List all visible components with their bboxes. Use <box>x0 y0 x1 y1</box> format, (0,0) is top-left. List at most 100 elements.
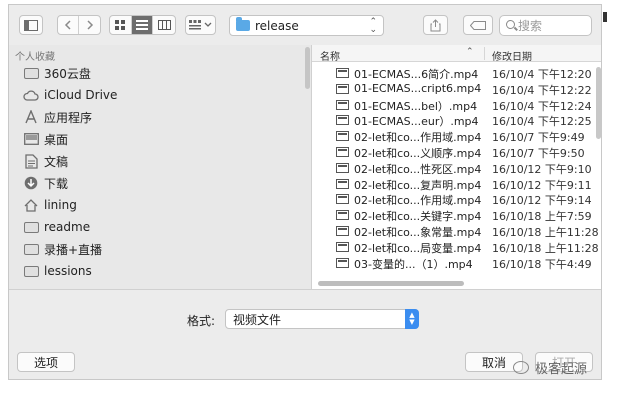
file-name: 02-let和co...复声明.mp4 <box>354 178 482 192</box>
file-date: 16/10/4 下午12:20 <box>492 68 592 81</box>
sidebar-item-360yunpan[interactable]: 360云盘 <box>23 63 91 83</box>
file-name: 02-let和co...作用域.mp4 <box>354 131 482 145</box>
search-placeholder: 搜索 <box>518 19 543 33</box>
nav-buttons <box>57 15 101 35</box>
forward-button[interactable] <box>79 16 100 34</box>
folder-icon <box>23 220 39 234</box>
format-select[interactable]: 视频文件 ▲ ▼ <box>225 309 419 329</box>
icon-view-button[interactable] <box>110 16 132 34</box>
file-name: 02-let和co...局变量.mp4 <box>354 241 482 255</box>
list-vertical-scrollbar[interactable] <box>596 67 601 139</box>
column-view-button[interactable] <box>153 16 175 34</box>
video-file-icon <box>336 162 349 173</box>
video-file-icon <box>336 210 349 221</box>
file-row[interactable]: 02-let和co...性死区.mp4 16/10/12 下午9:10 <box>312 160 596 176</box>
folder-icon <box>23 242 39 256</box>
watermark-text: 极客起源 <box>535 362 588 377</box>
video-file-icon <box>336 131 349 142</box>
document-icon <box>23 153 39 169</box>
file-date: 16/10/12 下午9:10 <box>492 162 592 176</box>
file-row[interactable]: 01-ECMAS...6简介.mp4 16/10/4 下午12:20 <box>312 65 596 81</box>
file-date: 16/10/4 下午12:24 <box>492 99 592 113</box>
file-name: 01-ECMAS...cript6.mp4 <box>354 81 482 95</box>
file-date: 16/10/4 下午12:25 <box>492 115 592 129</box>
file-row[interactable]: 03-变量的...（1）.mp4 16/10/18 下午4:49 <box>312 255 596 271</box>
arrange-button[interactable] <box>185 15 216 35</box>
cloud-icon <box>23 88 39 102</box>
video-file-icon <box>336 226 349 236</box>
file-date: 16/10/18 下午4:49 <box>492 257 592 271</box>
desktop-icon <box>23 132 39 146</box>
chevron-right-icon <box>86 20 93 30</box>
sidebar-item-downloads[interactable]: 下载 <box>23 173 68 193</box>
toolbar: release ⌃ ⌄ 搜索 <box>9 5 601 45</box>
options-button[interactable]: 选项 <box>17 352 75 372</box>
download-icon <box>23 176 39 190</box>
search-field[interactable]: 搜索 <box>499 15 592 36</box>
list-icon <box>136 20 148 30</box>
video-file-icon <box>336 99 349 110</box>
tag-button[interactable] <box>463 15 493 35</box>
sidebar-item-recording-live[interactable]: 录播+直播 <box>23 239 102 259</box>
arrange-icon <box>189 20 201 30</box>
folder-icon <box>236 17 250 31</box>
sidebar-item-documents[interactable]: 文稿 <box>23 151 68 171</box>
column-header-date[interactable]: 修改日期 <box>492 48 532 63</box>
sidebar-item-label: 文稿 <box>44 154 69 169</box>
file-row[interactable]: 01-ECMAS...bel）.mp4 16/10/4 下午12:24 <box>312 97 596 113</box>
sidebar-item-desktop[interactable]: 桌面 <box>23 129 68 149</box>
folder-icon <box>23 264 39 278</box>
sidebar-item-label: lessions <box>44 264 92 278</box>
folder-icon <box>23 66 39 80</box>
sidebar-item-label: 桌面 <box>44 132 69 147</box>
video-file-icon <box>336 178 349 189</box>
list-view-button[interactable] <box>131 16 154 34</box>
file-date: 16/10/18 上午11:28 <box>492 241 599 255</box>
sidebar-item-label: iCloud Drive <box>44 88 118 102</box>
file-date: 16/10/4 下午12:22 <box>492 83 592 97</box>
share-button[interactable] <box>423 15 448 35</box>
file-date: 16/10/18 上午11:28 <box>492 226 599 239</box>
sidebar-section-title: 个人收藏 <box>15 52 55 63</box>
sidebar-item-lining[interactable]: lining <box>23 195 77 215</box>
sidebar-scrollbar[interactable] <box>305 47 310 89</box>
divider <box>9 289 601 290</box>
file-name: 02-let和co...作用域.mp4 <box>354 194 482 208</box>
updown-chevron-icon: ⌃ ⌄ <box>369 17 377 35</box>
sidebar-item-icloud-drive[interactable]: iCloud Drive <box>23 85 117 105</box>
file-row[interactable]: 02-let和co...关键字.mp4 16/10/18 上午7:59 <box>312 207 596 223</box>
file-row[interactable]: 02-let和co...复声明.mp4 16/10/12 下午9:11 <box>312 176 596 192</box>
window-edge-mark <box>603 12 607 22</box>
sidebar-item-readme[interactable]: readme <box>23 217 90 237</box>
file-name: 01-ECMAS...6简介.mp4 <box>354 68 479 81</box>
file-list: 名称 ⌃ 修改日期 01-ECMAS...6简介.mp4 16/10/4 下午12… <box>311 45 601 289</box>
sidebar-toggle-button[interactable] <box>19 15 43 35</box>
file-name: 02-let和co...性死区.mp4 <box>354 162 482 176</box>
file-date: 16/10/7 下午9:50 <box>492 147 585 160</box>
file-row[interactable]: 02-let和co...局变量.mp4 16/10/18 上午11:28 <box>312 239 599 255</box>
sidebar-item-label: 录播+直播 <box>44 242 103 257</box>
path-popup[interactable]: release ⌃ ⌄ <box>229 15 384 36</box>
format-label: 格式: <box>187 314 216 328</box>
sidebar-item-label: lining <box>44 198 77 212</box>
view-mode-control <box>109 15 176 35</box>
list-horizontal-scrollbar[interactable] <box>318 281 464 286</box>
back-button[interactable] <box>58 16 80 34</box>
columns-icon <box>157 20 171 30</box>
share-icon <box>430 18 441 31</box>
file-row[interactable]: 02-let和co...象常量.mp4 16/10/18 上午11:28 <box>312 223 599 239</box>
file-row[interactable]: 02-let和co...义顺序.mp4 16/10/7 下午9:50 <box>312 144 596 160</box>
video-file-icon <box>336 147 349 157</box>
file-row[interactable]: 01-ECMAS...eur）.mp4 16/10/4 下午12:25 <box>312 112 596 128</box>
column-divider[interactable] <box>484 47 485 60</box>
file-row[interactable]: 02-let和co...作用域.mp4 16/10/7 下午9:49 <box>312 128 596 144</box>
chevron-left-icon <box>64 20 71 30</box>
watermark: 极客起源 <box>513 358 587 377</box>
column-header-name[interactable]: 名称 <box>320 48 340 63</box>
file-row[interactable]: 01-ECMAS...cript6.mp4 16/10/4 下午12:22 <box>312 81 596 97</box>
sidebar-item-applications[interactable]: 应用程序 <box>23 107 92 127</box>
file-date: 16/10/12 下午9:14 <box>492 194 592 208</box>
file-row[interactable]: 02-let和co...作用域.mp4 16/10/12 下午9:14 <box>312 191 596 207</box>
file-name: 01-ECMAS...eur）.mp4 <box>354 115 479 129</box>
sidebar-item-lessions[interactable]: lessions <box>23 261 92 281</box>
